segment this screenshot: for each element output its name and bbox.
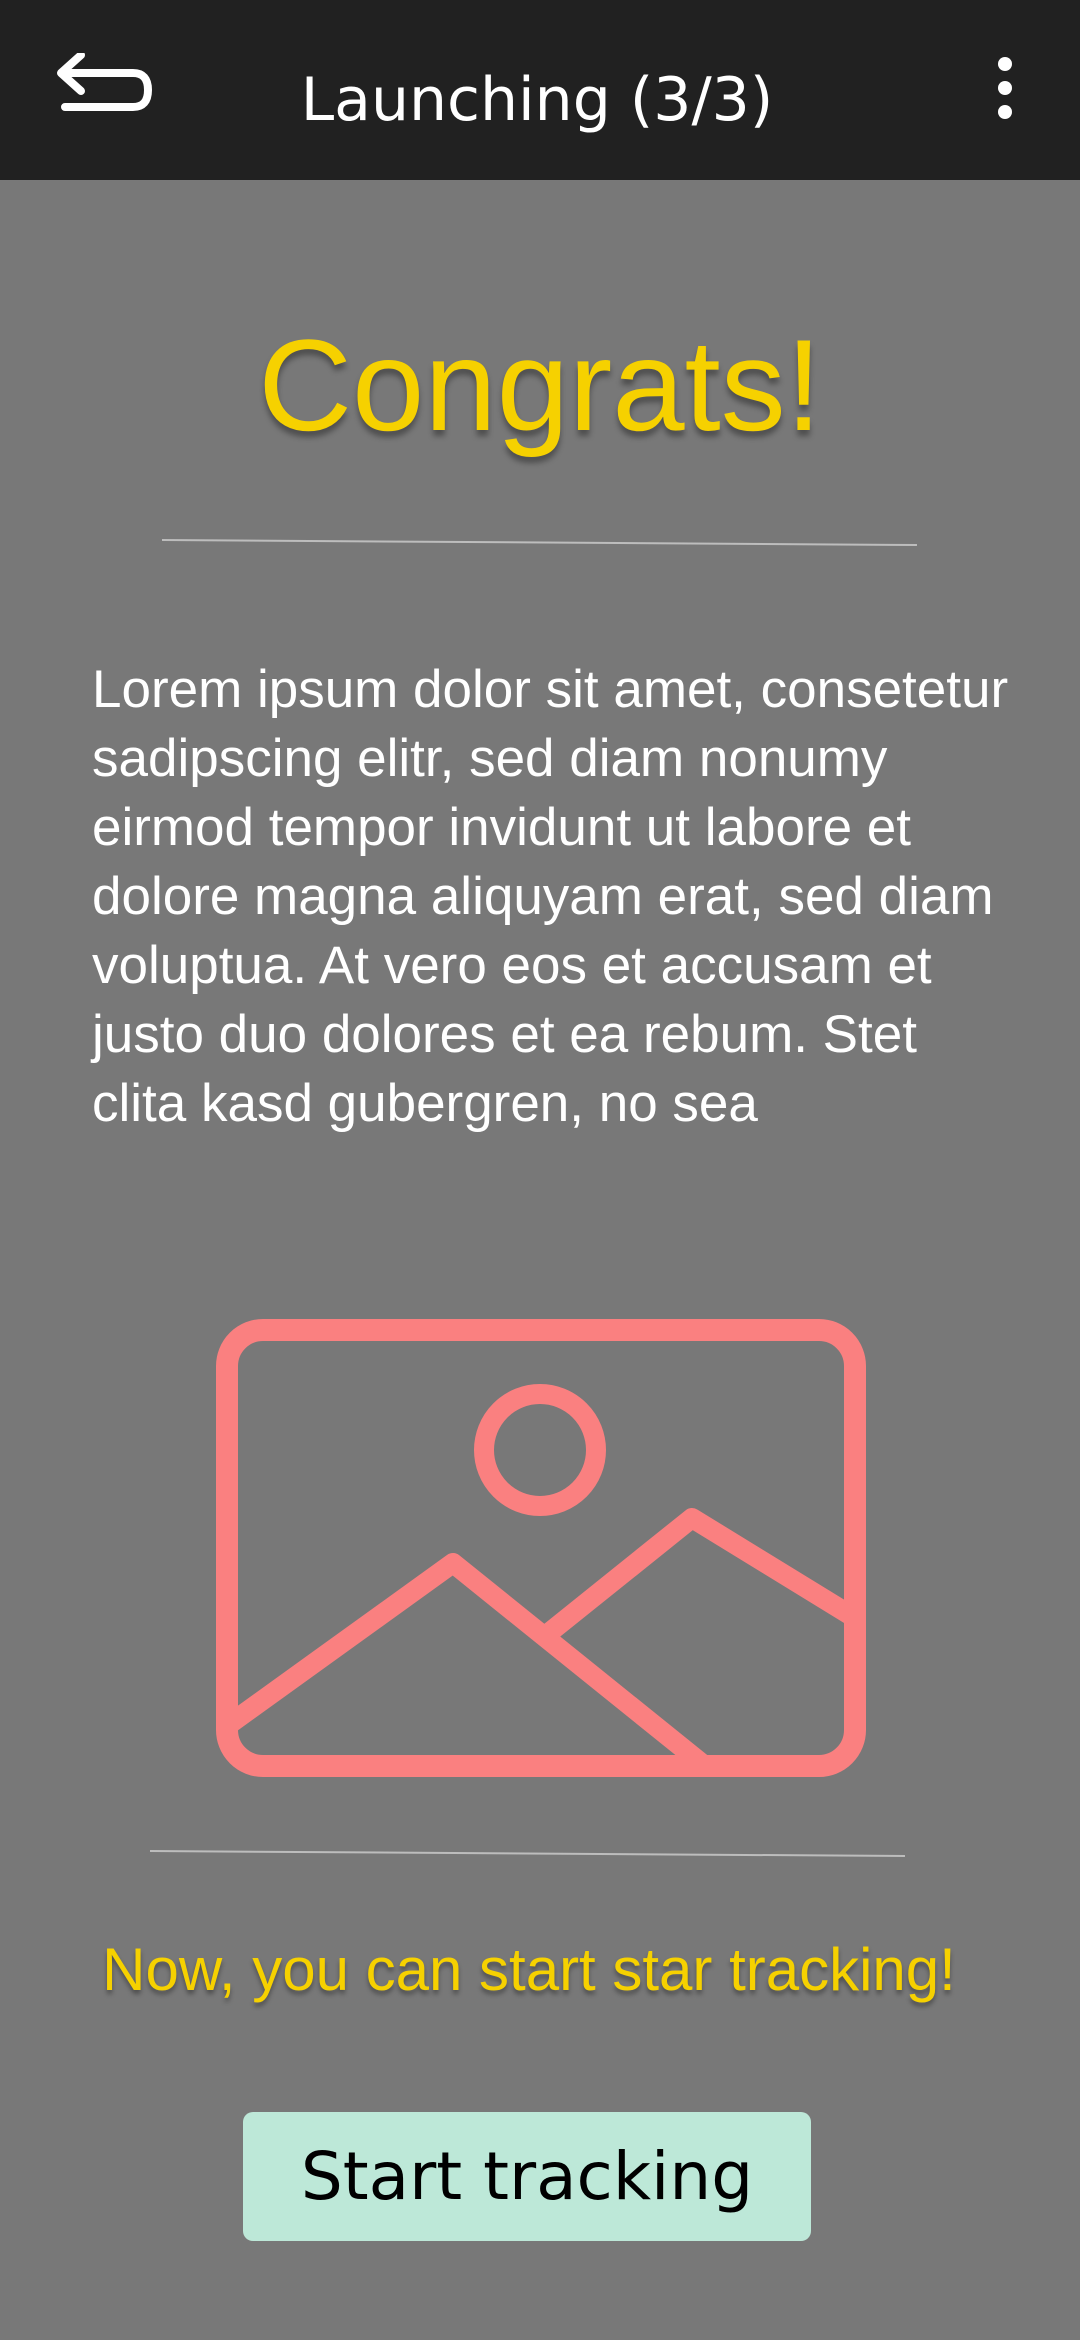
more-options-button[interactable] — [975, 50, 1035, 130]
bottom-divider — [149, 1850, 905, 1858]
tracking-message: Now, you can start star tracking! — [102, 1936, 956, 2003]
start-tracking-button[interactable]: Start tracking — [243, 2112, 811, 2241]
image-placeholder-icon — [215, 1318, 867, 1778]
body-paragraph: Lorem ipsum dolor sit amet, consetetur s… — [92, 660, 1009, 1133]
page-title: Launching (3/3) — [300, 65, 774, 135]
top-divider — [161, 539, 917, 547]
app-bar: Launching (3/3) — [0, 0, 1080, 180]
congrats-heading: Congrats! — [258, 312, 822, 458]
more-vertical-icon — [995, 56, 1015, 125]
